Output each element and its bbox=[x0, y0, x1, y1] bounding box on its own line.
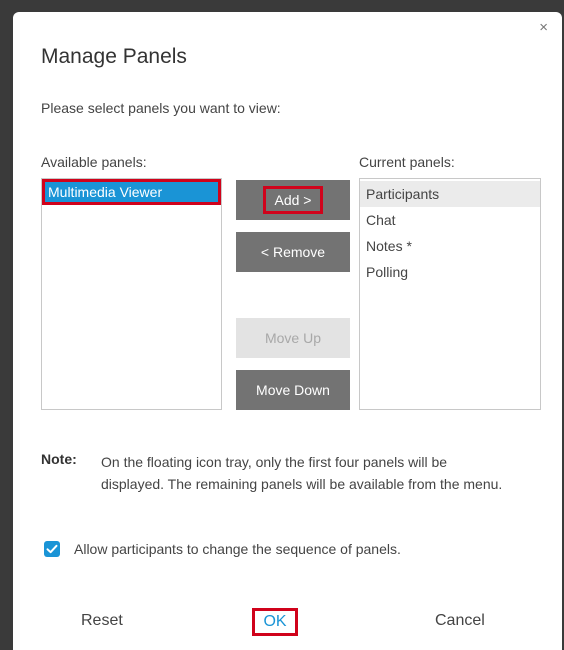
manage-panels-dialog: × Manage Panels Please select panels you… bbox=[13, 12, 562, 650]
available-panels-list[interactable]: Multimedia Viewer bbox=[41, 178, 222, 410]
add-button[interactable]: Add > bbox=[236, 180, 350, 220]
close-icon[interactable]: × bbox=[539, 18, 548, 38]
available-panels-label: Available panels: bbox=[41, 154, 147, 170]
allow-sequence-checkbox[interactable] bbox=[44, 541, 60, 557]
list-item[interactable]: Chat bbox=[360, 207, 540, 233]
list-item[interactable]: Polling bbox=[360, 259, 540, 285]
current-panels-list[interactable]: Participants Chat Notes * Polling bbox=[359, 178, 541, 410]
note-label: Note: bbox=[41, 451, 77, 467]
add-button-label: Add > bbox=[262, 186, 324, 214]
list-item[interactable]: Notes * bbox=[360, 233, 540, 259]
remove-button[interactable]: < Remove bbox=[236, 232, 350, 272]
ok-button[interactable]: OK bbox=[252, 608, 298, 636]
move-down-button[interactable]: Move Down bbox=[236, 370, 350, 410]
allow-sequence-label[interactable]: Allow participants to change the sequenc… bbox=[74, 541, 401, 557]
note-text: On the floating icon tray, only the firs… bbox=[101, 454, 503, 492]
dialog-title: Manage Panels bbox=[41, 45, 187, 68]
checkmark-icon bbox=[46, 544, 58, 554]
list-item[interactable]: Multimedia Viewer bbox=[42, 179, 221, 205]
instruction-text: Please select panels you want to view: bbox=[41, 100, 281, 116]
cancel-button[interactable]: Cancel bbox=[435, 612, 485, 630]
move-up-button[interactable]: Move Up bbox=[236, 318, 350, 358]
reset-button[interactable]: Reset bbox=[81, 612, 123, 630]
list-item[interactable]: Participants bbox=[360, 181, 540, 207]
current-panels-label: Current panels: bbox=[359, 154, 455, 170]
